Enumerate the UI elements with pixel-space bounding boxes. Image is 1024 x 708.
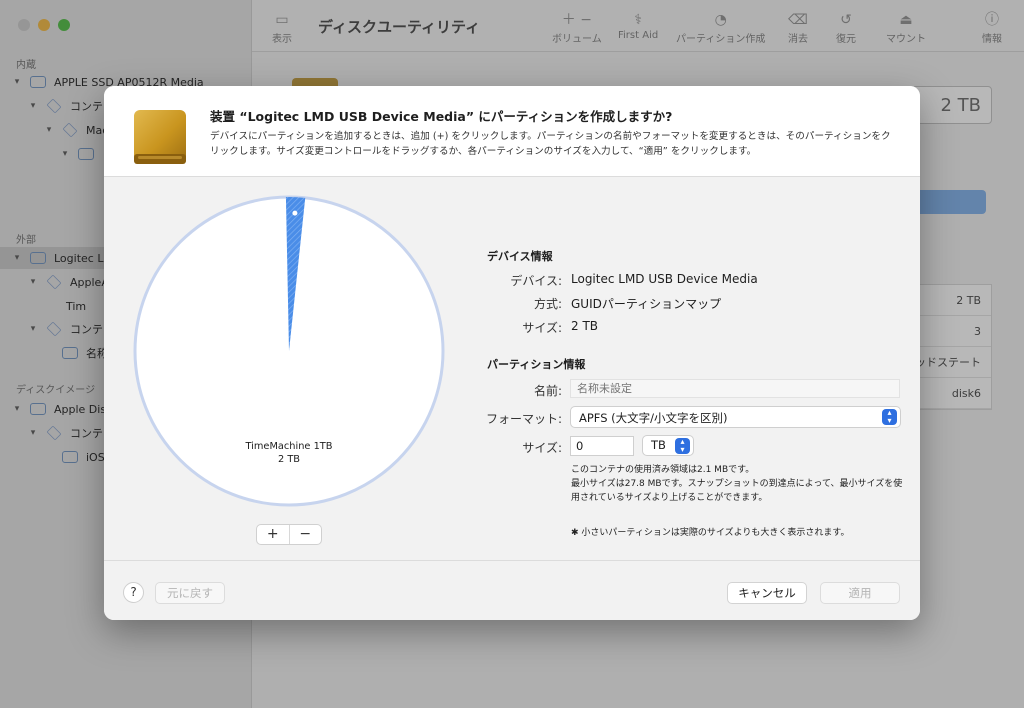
scheme-label: 方式: [533, 297, 562, 311]
partition-size-label: サイズ: [522, 441, 562, 455]
external-drive-icon [134, 110, 186, 164]
minimum-size-note: 最小サイズは27.8 MBです。スナップショットの到達点によって、最小サイズを使… [571, 479, 903, 503]
cancel-button[interactable]: キャンセル [727, 582, 807, 604]
add-partition-button[interactable]: + [257, 525, 290, 544]
device-label: デバイス: [510, 274, 562, 288]
device-size-label: サイズ: [522, 321, 562, 335]
partition-info-heading: パーティション情報 [487, 358, 586, 371]
dialog-description: デバイスにパーティションを追加するときは、追加 (+) をクリックします。パーテ… [210, 131, 891, 157]
scheme-value: GUIDパーティションマップ [571, 297, 722, 311]
partition-size-input[interactable] [570, 436, 634, 456]
pie-add-remove-controls: + − [256, 524, 322, 545]
pie-partition-name: TimeMachine 1TB [245, 441, 333, 452]
pie-resize-handle[interactable] [292, 210, 298, 216]
dialog-footer: ? 元に戻す キャンセル 適用 [104, 560, 920, 620]
partition-dialog: 装置 “Logitec LMD USB Device Media” にパーティシ… [104, 86, 920, 620]
device-info-heading: デバイス情報 [487, 250, 553, 263]
dialog-title: 装置 “Logitec LMD USB Device Media” にパーティシ… [210, 109, 673, 124]
format-label: フォーマット: [485, 412, 562, 426]
device-value: Logitec LMD USB Device Media [571, 272, 758, 286]
device-size-value: 2 TB [571, 319, 599, 333]
revert-button[interactable]: 元に戻す [155, 582, 225, 604]
chevron-up-down-icon: ▴ ▾ [882, 409, 897, 425]
name-label: 名前: [533, 384, 562, 398]
size-unit-value: TB [651, 438, 666, 452]
used-space-note: このコンテナの使用済み領域は2.1 MBです。 [571, 465, 755, 475]
size-unit-select[interactable]: TB ▴ ▾ [642, 435, 694, 456]
chevron-up-down-icon: ▴ ▾ [675, 438, 690, 454]
help-button[interactable]: ? [123, 582, 144, 603]
dialog-header: 装置 “Logitec LMD USB Device Media” にパーティシ… [104, 86, 920, 177]
small-partition-note: ✱ 小さいパーティションは実際のサイズよりも大きく表示されます。 [571, 528, 850, 538]
apply-button[interactable]: 適用 [820, 582, 900, 604]
remove-partition-button[interactable]: − [290, 525, 322, 544]
pie-partition-size: 2 TB [277, 454, 301, 465]
partition-name-input[interactable] [570, 379, 900, 398]
format-select-value: APFS (大文字/小文字を区別) [579, 411, 728, 425]
format-select[interactable]: APFS (大文字/小文字を区別) ▴ ▾ [570, 406, 901, 428]
pie-caption: TimeMachine 1TB 2 TB [132, 440, 446, 466]
